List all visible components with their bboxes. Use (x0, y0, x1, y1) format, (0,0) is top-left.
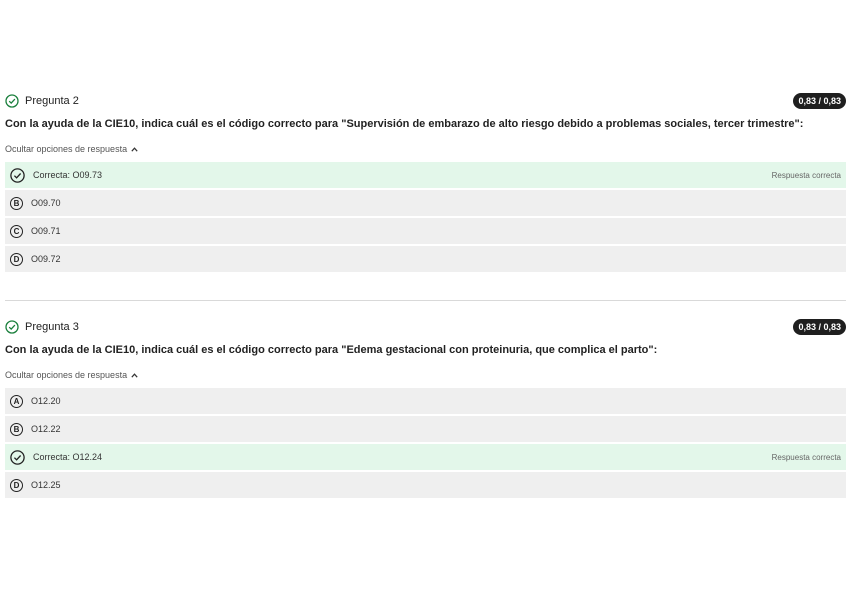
check-circle-icon (10, 167, 25, 183)
option-letter: C (10, 224, 23, 238)
option-letter: D (10, 252, 23, 266)
question-text: Con la ayuda de la CIE10, indica cuál es… (5, 118, 804, 130)
option-content: Correcta: O09.73 (10, 167, 103, 183)
score-badge: 0,83 / 0,83 (793, 319, 846, 335)
check-circle-icon (5, 320, 19, 334)
question-title-group: Pregunta 3 (5, 320, 79, 334)
toggle-label: Ocultar opciones de respuesta (5, 144, 128, 154)
answer-options: Correcta: O09.73 Respuesta correcta B O0… (5, 162, 846, 272)
check-circle-icon (5, 94, 19, 108)
option-label: O12.22 (31, 424, 61, 434)
answer-option-d[interactable]: D O12.25 (5, 472, 846, 498)
answer-option-d[interactable]: D O09.72 (5, 246, 846, 272)
chevron-up-icon (131, 371, 138, 380)
option-label: O09.72 (31, 254, 61, 264)
question-title: Pregunta 2 (25, 95, 79, 107)
answer-option-correct[interactable]: Correcta: O09.73 Respuesta correcta (5, 162, 846, 188)
score-badge: 0,83 / 0,83 (793, 93, 846, 109)
option-letter: A (10, 394, 23, 408)
chevron-up-icon (131, 145, 138, 154)
correct-answer-status: Respuesta correcta (771, 170, 841, 180)
option-content: C O09.71 (10, 224, 61, 238)
option-label: O09.70 (31, 198, 61, 208)
question-header: Pregunta 3 0,83 / 0,83 (5, 318, 846, 336)
question-header: Pregunta 2 0,83 / 0,83 (5, 92, 846, 110)
option-content: D O09.72 (10, 252, 61, 266)
toggle-label: Ocultar opciones de respuesta (5, 370, 128, 380)
option-label: O09.71 (31, 226, 61, 236)
question-divider (5, 300, 846, 301)
question-3: Pregunta 3 0,83 / 0,83 Con la ayuda de l… (5, 318, 846, 500)
question-text: Con la ayuda de la CIE10, indica cuál es… (5, 344, 658, 356)
option-label: Correcta: O09.73 (33, 170, 103, 180)
answer-option-correct[interactable]: Correcta: O12.24 Respuesta correcta (5, 444, 846, 470)
option-content: B O12.22 (10, 422, 61, 436)
hide-options-toggle[interactable]: Ocultar opciones de respuesta (5, 370, 138, 380)
option-label: Correcta: O12.24 (33, 452, 103, 462)
check-circle-icon (10, 449, 25, 465)
option-label: O12.25 (31, 480, 61, 490)
option-content: D O12.25 (10, 478, 61, 492)
answer-option-a[interactable]: A O12.20 (5, 388, 846, 414)
question-2: Pregunta 2 0,83 / 0,83 Con la ayuda de l… (5, 92, 846, 274)
question-title-group: Pregunta 2 (5, 94, 79, 108)
option-letter: B (10, 422, 23, 436)
option-content: A O12.20 (10, 394, 61, 408)
correct-answer-status: Respuesta correcta (771, 452, 841, 462)
option-letter: D (10, 478, 23, 492)
option-letter: B (10, 196, 23, 210)
answer-option-b[interactable]: B O12.22 (5, 416, 846, 442)
answer-options: A O12.20 B O12.22 Correcta: O12.24 Respu… (5, 388, 846, 498)
answer-option-c[interactable]: C O09.71 (5, 218, 846, 244)
option-content: B O09.70 (10, 196, 61, 210)
option-content: Correcta: O12.24 (10, 449, 103, 465)
question-title: Pregunta 3 (25, 321, 79, 333)
option-label: O12.20 (31, 396, 61, 406)
answer-option-b[interactable]: B O09.70 (5, 190, 846, 216)
hide-options-toggle[interactable]: Ocultar opciones de respuesta (5, 144, 138, 154)
